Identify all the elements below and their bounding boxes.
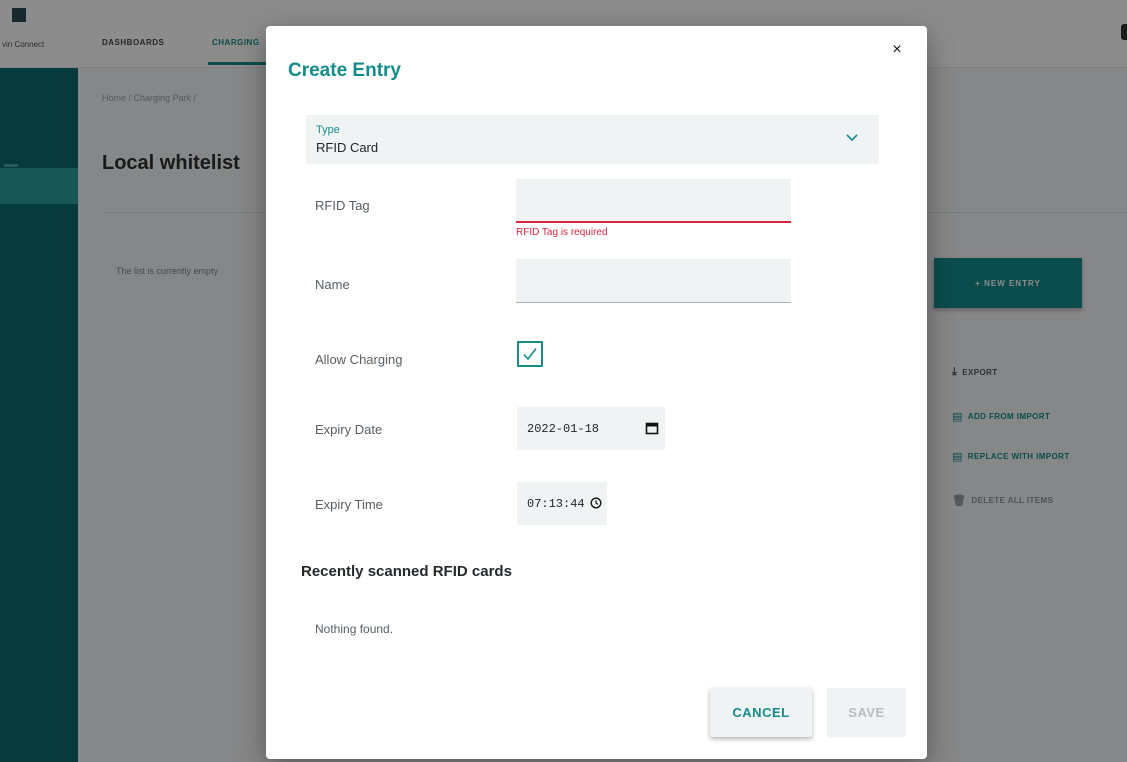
chevron-down-icon xyxy=(846,134,858,142)
save-button[interactable]: SAVE xyxy=(827,688,906,737)
type-select[interactable]: Type RFID Card xyxy=(306,115,879,164)
name-label: Name xyxy=(315,277,350,292)
expiry-date-input[interactable]: 2022-01-18 xyxy=(517,407,665,450)
rfid-tag-label: RFID Tag xyxy=(315,198,370,213)
check-icon xyxy=(523,348,537,361)
expiry-date-label: Expiry Date xyxy=(315,422,383,437)
close-icon[interactable]: × xyxy=(887,40,907,60)
allow-charging-checkbox[interactable] xyxy=(517,341,543,367)
recent-rfid-section-title: Recently scanned RFID cards xyxy=(301,563,512,580)
create-entry-dialog: × Create Entry Type RFID Card RFID Tag R… xyxy=(266,26,927,759)
expiry-time-input[interactable]: 07:13:44 xyxy=(517,482,607,525)
type-select-value: RFID Card xyxy=(316,140,379,155)
cancel-button[interactable]: CANCEL xyxy=(710,688,812,737)
expiry-time-label: Expiry Time xyxy=(315,497,383,512)
rfid-tag-input[interactable] xyxy=(516,179,791,223)
dialog-title: Create Entry xyxy=(288,60,401,81)
clock-icon[interactable] xyxy=(590,497,602,509)
expiry-time-value: 07:13:44 xyxy=(527,496,585,511)
rfid-tag-error: RFID Tag is required xyxy=(516,227,608,238)
type-select-label: Type xyxy=(316,124,340,136)
recent-rfid-empty-text: Nothing found. xyxy=(315,622,394,636)
allow-charging-label: Allow Charging xyxy=(315,352,403,367)
expiry-date-value: 2022-01-18 xyxy=(527,421,600,436)
calendar-icon[interactable] xyxy=(645,421,659,435)
name-input[interactable] xyxy=(516,259,791,303)
